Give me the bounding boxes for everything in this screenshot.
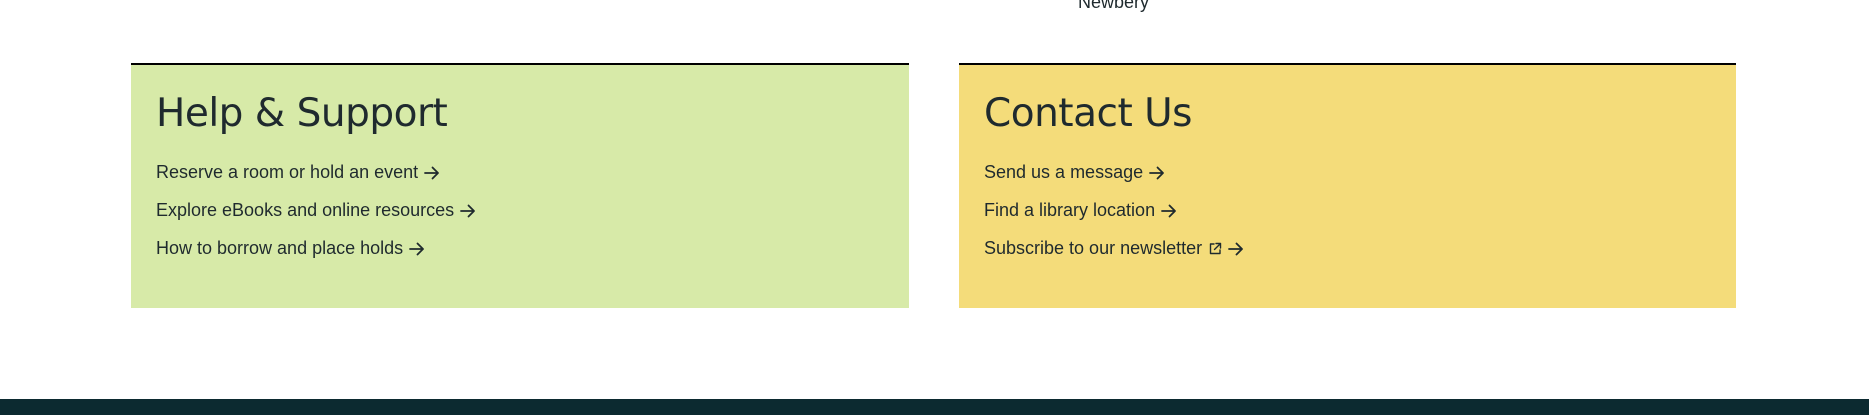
help-support-links: Reserve a room or hold an event Explore … xyxy=(156,154,884,268)
arrow-right-icon xyxy=(424,166,440,180)
list-item: Explore eBooks and online resources xyxy=(156,192,884,230)
find-location-link[interactable]: Find a library location xyxy=(984,200,1177,221)
link-label: Reserve a room or hold an event xyxy=(156,162,419,183)
reserve-room-link[interactable]: Reserve a room or hold an event xyxy=(156,162,440,183)
page: Newbery Help & Support Reserve a room or… xyxy=(0,0,1869,415)
cutoff-text: Newbery xyxy=(1078,0,1150,12)
list-item: Reserve a room or hold an event xyxy=(156,154,884,192)
footer-bar xyxy=(0,399,1869,415)
arrow-right-icon xyxy=(1149,166,1165,180)
list-item: Subscribe to our newsletter xyxy=(984,230,1711,268)
arrow-right-icon xyxy=(1228,242,1244,256)
list-item: How to borrow and place holds xyxy=(156,230,884,268)
help-support-card: Help & Support Reserve a room or hold an… xyxy=(131,63,909,308)
borrow-holds-link[interactable]: How to borrow and place holds xyxy=(156,238,425,259)
link-label: Subscribe to our newsletter xyxy=(984,238,1203,259)
list-item: Send us a message xyxy=(984,154,1711,192)
send-message-link[interactable]: Send us a message xyxy=(984,162,1165,183)
external-link-icon xyxy=(1208,242,1222,256)
link-label: Send us a message xyxy=(984,162,1144,183)
arrow-right-icon xyxy=(1161,204,1177,218)
arrow-right-icon xyxy=(460,204,476,218)
help-support-title: Help & Support xyxy=(156,91,448,136)
contact-us-card: Contact Us Send us a message Find a libr… xyxy=(959,63,1736,308)
link-label: How to borrow and place holds xyxy=(156,238,404,259)
link-label: Explore eBooks and online resources xyxy=(156,200,455,221)
link-label: Find a library location xyxy=(984,200,1156,221)
contact-us-title: Contact Us xyxy=(984,91,1193,136)
contact-us-links: Send us a message Find a library locatio… xyxy=(984,154,1711,268)
list-item: Find a library location xyxy=(984,192,1711,230)
newsletter-link[interactable]: Subscribe to our newsletter xyxy=(984,238,1244,259)
arrow-right-icon xyxy=(409,242,425,256)
explore-ebooks-link[interactable]: Explore eBooks and online resources xyxy=(156,200,476,221)
